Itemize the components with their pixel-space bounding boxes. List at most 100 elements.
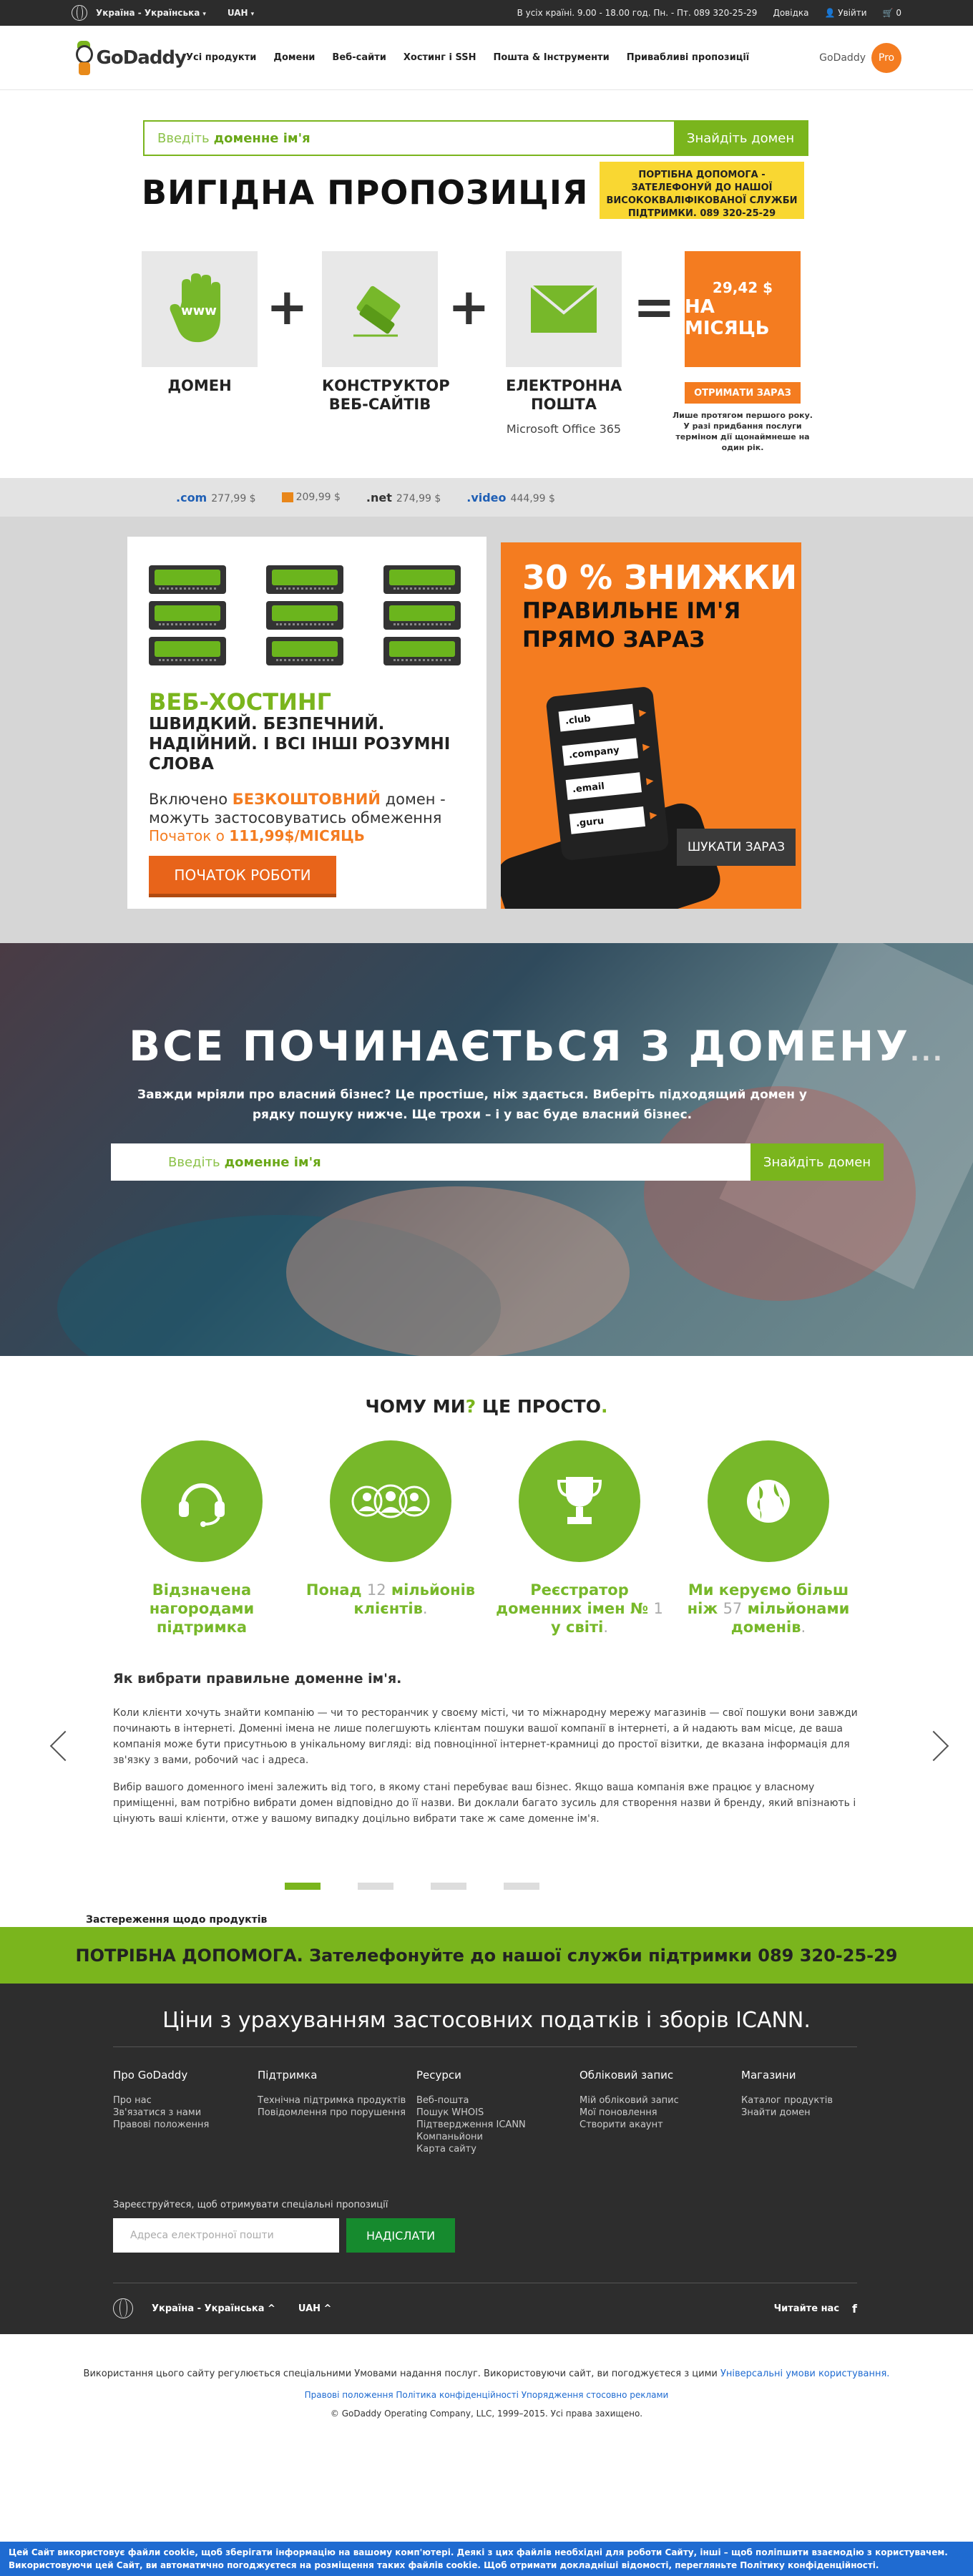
eraser-icon — [353, 286, 401, 337]
hosting-card[interactable]: ВЕБ-ХОСТИНГ ШВИДКИЙ. БЕЗПЕЧНИЙ. НАДІЙНИЙ… — [127, 537, 486, 909]
equals-sign: = — [633, 278, 675, 336]
price-prefix: Початок о — [149, 827, 225, 844]
footer-link[interactable]: Мої поновлення — [580, 2107, 679, 2119]
facebook-icon[interactable]: f — [852, 2302, 857, 2316]
server-icon — [383, 601, 461, 630]
nav-hosting[interactable]: Хостинг і SSH — [404, 52, 476, 63]
footer-title: Ціни з урахуванням застосовних податків … — [162, 2008, 811, 2033]
email-tile[interactable] — [506, 251, 622, 367]
footer-link[interactable]: Повідомлення про порушення — [258, 2107, 406, 2119]
article-paragraph-2: Вибір вашого доменного імені залежить ві… — [113, 1782, 856, 1825]
footer-link[interactable]: Каталог продуктів — [741, 2094, 833, 2107]
domain-sale-card[interactable]: 30 % ЗНИЖКИ ПРАВИЛЬНЕ ІМ'Я ПРЯМО ЗАРАЗ .… — [501, 542, 801, 909]
cookie-notice-bar[interactable]: Цей Сайт використовує файли cookie, щоб … — [0, 2542, 973, 2576]
bundle-offer: ВИГІДНА ПРОПОЗИЦІЯ ПОРТІБНА ДОПОМОГА - З… — [0, 156, 973, 478]
footer-link[interactable]: Створити акаунт — [580, 2119, 679, 2131]
footer-link[interactable]: Підтвердження ICANN — [416, 2119, 526, 2131]
tld-price: 444,99 $ — [510, 492, 555, 504]
globe-icon[interactable] — [113, 2298, 133, 2318]
tld-item[interactable]: .video 444,99 $ — [466, 491, 555, 504]
subscribe-email-input[interactable]: Адреса електронної пошти — [113, 2218, 339, 2253]
carousel-next-arrow[interactable] — [918, 1730, 949, 1762]
footer-link[interactable]: Мій обліковий запис — [580, 2094, 679, 2107]
server-icon — [149, 565, 226, 594]
signin-link[interactable]: 👤 Увійти — [824, 8, 866, 18]
domain-tile[interactable]: www — [142, 251, 258, 367]
footer-currency-selector[interactable]: UAH ^ — [298, 2303, 332, 2314]
phone-illustration: .club .company .email .guru — [545, 686, 670, 862]
envelope-icon — [529, 284, 598, 333]
carousel-dot[interactable] — [504, 1883, 539, 1890]
feature-domains-text: Ми керуємо більш ніж 57 мільйонами домен… — [683, 1581, 854, 1636]
cart-button[interactable]: 🛒 0 — [883, 8, 901, 18]
support-hours[interactable]: В усіх країні. 9.00 - 18.00 год. Пн. - П… — [517, 8, 758, 18]
hosting-tagline: ШВИДКИЙ. БЕЗПЕЧНИЙ. НАДІЙНИЙ. І ВСІ ІНШІ… — [149, 715, 451, 774]
nav-websites[interactable]: Веб-сайти — [332, 52, 386, 63]
nav-all-products[interactable]: Усі продукти — [186, 52, 256, 63]
nav-domains[interactable]: Домени — [273, 52, 315, 63]
search-now-button[interactable]: ШУКАТИ ЗАРАЗ — [677, 829, 796, 866]
globe-icon[interactable] — [72, 5, 87, 21]
footer-link[interactable]: Веб-пошта — [416, 2094, 526, 2107]
godaddy-pro-link[interactable]: GoDaddy Pro — [819, 42, 901, 73]
tld-price: 274,99 $ — [396, 492, 441, 504]
footer-col-heading: Обліковий запис — [580, 2069, 674, 2082]
hero-find-domain-button[interactable]: Знайдіть домен — [750, 1143, 884, 1181]
website-builder-tile[interactable] — [322, 251, 438, 367]
footer-link[interactable]: Зв'язатися з нами — [113, 2107, 209, 2119]
product-disclaimer-link[interactable]: Застереження щодо продуктів — [86, 1914, 267, 1926]
terms-link[interactable]: Універсальні умови користування. — [720, 2368, 889, 2379]
get-now-button[interactable]: ОТРИМАТИ ЗАРАЗ — [685, 382, 801, 404]
feature-domains: Ми керуємо більш ніж 57 мільйонами домен… — [683, 1440, 854, 1636]
footer-link[interactable]: Компаньйони — [416, 2131, 526, 2143]
help-link[interactable]: Довідка — [773, 8, 808, 18]
utility-bar: Україна - Українська ▾ UAH ▾ В усіх країні… — [0, 0, 973, 26]
footer-col-about: Про GoDaddy Про нас Зв'язатися з нами Пр… — [113, 2069, 209, 2131]
footer-link[interactable]: Пошук WHOIS — [416, 2107, 526, 2119]
server-icon — [266, 601, 343, 630]
server-icon — [266, 637, 343, 665]
carousel-dot-active[interactable] — [285, 1883, 321, 1890]
globe-icon — [708, 1440, 829, 1562]
site-footer: Ціни з урахуванням застосовних податків … — [0, 1984, 973, 2334]
price-amount: 29,42 $ — [712, 279, 773, 296]
subscribe-send-button[interactable]: НАДІСЛАТИ — [346, 2218, 455, 2253]
website-builder-label: КОНСТРУКТОР ВЕБ-САЙТІВ — [322, 377, 450, 413]
hero-banner: ВСЕ ПОЧИНАЄТЬСЯ З ДОМЕНУ... Завжди мріял… — [0, 943, 973, 1356]
footer-link[interactable]: Карта сайту — [416, 2143, 526, 2155]
legal-links[interactable]: Правові положення Політика конфіденційно… — [0, 2390, 973, 2400]
godaddy-logo[interactable]: GoDaddy — [72, 40, 187, 75]
hero-search-input[interactable]: Введіть доменне ім'я — [111, 1143, 750, 1181]
tld-item[interactable]: 209,99 $ — [281, 492, 341, 503]
currency-label: UAH — [227, 8, 248, 18]
region-label: Україна - Українська — [96, 8, 200, 18]
find-domain-button[interactable]: Знайдіть домен — [674, 122, 807, 155]
tld-item[interactable]: .net 274,99 $ — [366, 491, 441, 504]
region-selector[interactable]: Україна - Українська ▾ — [96, 8, 206, 18]
domain-search-input[interactable]: Введіть доменне ім'я — [145, 122, 674, 155]
tld-item[interactable]: .com 277,99 $ — [176, 491, 256, 504]
footer-link[interactable]: Правові положення — [113, 2119, 209, 2131]
trophy-icon — [519, 1440, 640, 1562]
fr-end: . — [603, 1619, 608, 1636]
carousel-prev-arrow[interactable] — [49, 1730, 81, 1762]
bundle-price: 29,42 $ НА МІСЯЦЬ — [685, 251, 801, 367]
currency-selector[interactable]: UAH ▾ — [228, 8, 254, 18]
tld-price: 209,99 $ — [295, 492, 341, 503]
nav-deals[interactable]: Привабливі пропозиції — [627, 52, 750, 63]
footer-region-label: Україна - Українська — [152, 2303, 265, 2314]
carousel-dot[interactable] — [358, 1883, 393, 1890]
start-hosting-button[interactable]: ПОЧАТОК РОБОТИ — [149, 856, 336, 897]
phone-tld: .club — [558, 703, 635, 732]
included-prefix: Включено — [149, 791, 228, 808]
fd-end: . — [801, 1619, 806, 1636]
carousel-dot[interactable] — [431, 1883, 466, 1890]
footer-link[interactable]: Технічна підтримка продуктів — [258, 2094, 406, 2107]
placeholder-bold: доменне ім'я — [224, 1154, 321, 1170]
footer-region-selector[interactable]: Україна - Українська ^ — [152, 2303, 275, 2314]
nav-email-tools[interactable]: Пошта & Інструменти — [493, 52, 609, 63]
footer-link[interactable]: Про нас — [113, 2094, 209, 2107]
footer-link[interactable]: Знайти домен — [741, 2107, 833, 2119]
footer-col-support: Підтримка Технічна підтримка продуктів П… — [258, 2069, 406, 2119]
signin-label: Увійти — [838, 8, 867, 18]
